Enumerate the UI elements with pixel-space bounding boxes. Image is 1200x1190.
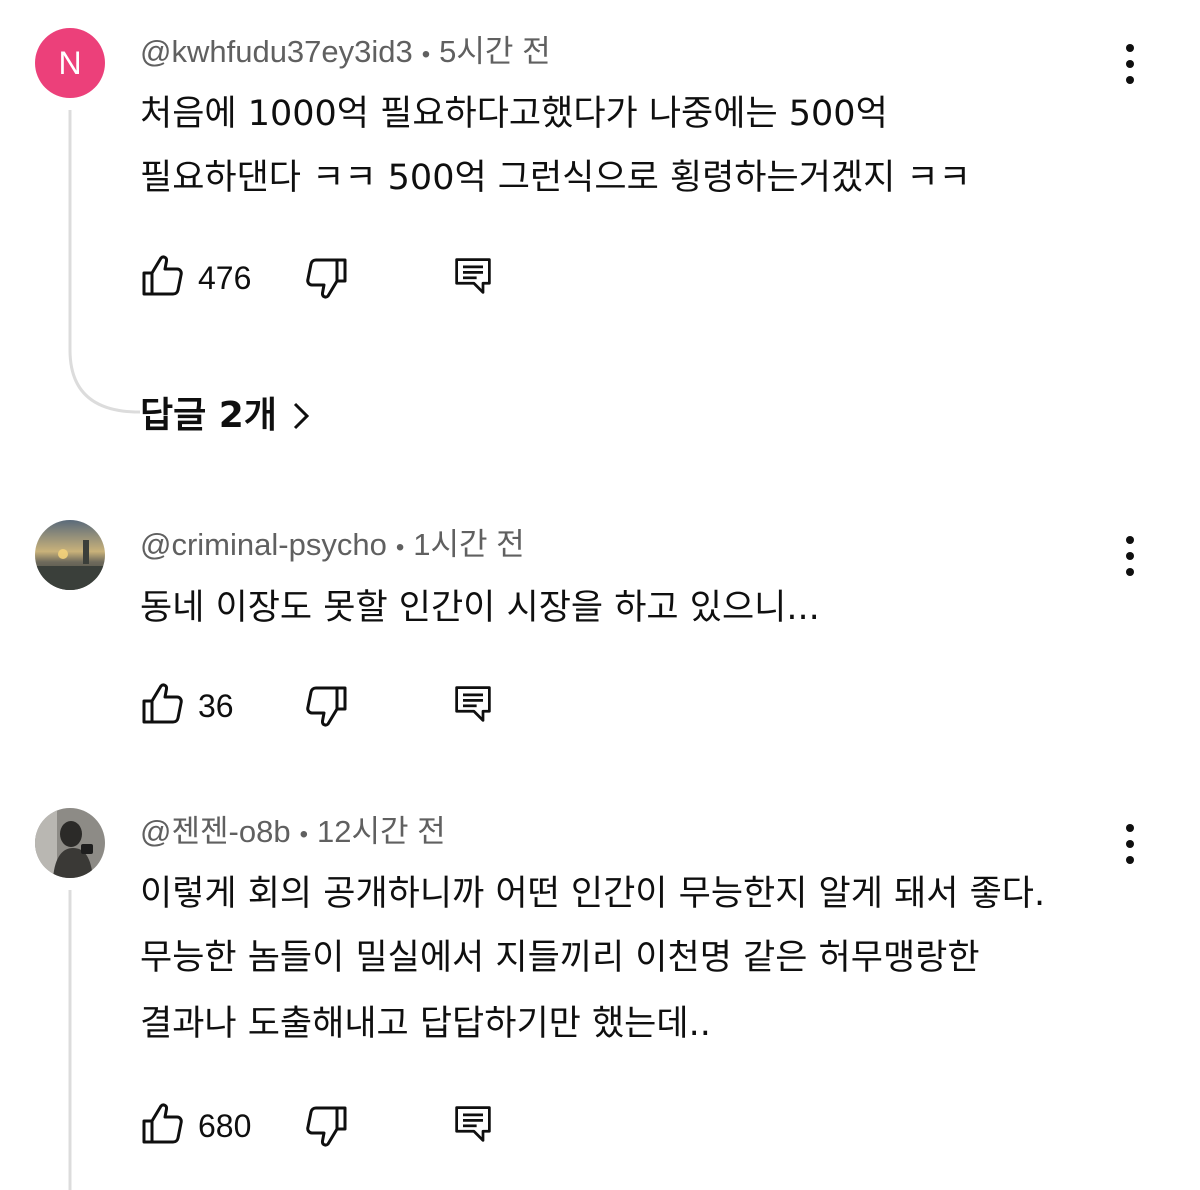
thumb-down-icon[interactable] — [305, 256, 349, 300]
comment-text-line: 결과나 도출해내고 답답하기만 했는데.. — [140, 1004, 711, 1044]
comment-time: 12시간 전 — [316, 814, 446, 849]
author-name[interactable]: @criminal-psycho — [140, 527, 387, 562]
comment-text-line: 무능한 놈들이 밀실에서 지들끼리 이천명 같은 허무맹랑한 — [140, 938, 980, 978]
comment-1: N @kwhfudu37ey3id3 • 5시간 전 처음에 1000억 필요하다고… — [0, 0, 1200, 470]
avatar-photo — [35, 520, 105, 590]
comment-time: 5시간 전 — [439, 34, 551, 69]
comment-meta: @kwhfudu37ey3id3 • 5시간 전 — [140, 32, 551, 75]
avatar-letter: N — [58, 44, 82, 81]
more-vert-icon[interactable] — [1110, 822, 1150, 866]
meta-separator: • — [299, 821, 308, 848]
comment-meta: @젠젠-o8b • 12시간 전 — [140, 812, 446, 855]
thumb-up-icon[interactable] — [140, 1102, 184, 1146]
comment-time: 1시간 전 — [413, 527, 525, 562]
thread-line — [68, 890, 72, 1190]
more-vert-icon[interactable] — [1110, 534, 1150, 578]
avatar[interactable] — [35, 808, 105, 878]
comment-text-line: 처음에 1000억 필요하다고했다가 나중에는 500억 — [140, 94, 888, 134]
thumb-up-icon[interactable] — [140, 682, 184, 726]
meta-separator: • — [395, 534, 405, 561]
author-name[interactable]: @kwhfudu37ey3id3 — [140, 34, 413, 69]
thumb-down-icon[interactable] — [305, 1104, 349, 1148]
comment-3: @젠젠-o8b • 12시간 전 이렇게 회의 공개하니까 어떤 인간이 무능한지 … — [0, 790, 1200, 1190]
comment-reply-icon[interactable] — [453, 682, 493, 726]
avatar[interactable]: N — [35, 28, 105, 98]
meta-separator: • — [421, 41, 431, 68]
author-name[interactable]: @젠젠-o8b — [140, 814, 291, 849]
comment-reply-icon[interactable] — [453, 1102, 493, 1146]
like-count: 36 — [198, 688, 234, 724]
comment-2: @criminal-psycho • 1시간 전 동네 이장도 못할 인간이 시장을… — [0, 470, 1200, 790]
like-count: 476 — [198, 260, 252, 296]
comment-text-line: 필요하댄다 ㅋㅋ 500억 그런식으로 횡령하는거겠지 ㅋㅋ — [140, 158, 971, 198]
comment-text-line: 동네 이장도 못할 인간이 시장을 하고 있으니... — [140, 588, 820, 628]
chevron-right-icon — [293, 402, 310, 430]
like-count: 680 — [198, 1108, 252, 1144]
replies-button[interactable]: 답글 2개 — [140, 394, 311, 438]
avatar-photo — [35, 808, 105, 878]
comment-text-line: 이렇게 회의 공개하니까 어떤 인간이 무능한지 알게 돼서 좋다. — [140, 874, 1046, 914]
comment-reply-icon[interactable] — [453, 254, 493, 298]
more-vert-icon[interactable] — [1110, 42, 1150, 86]
replies-label: 답글 2개 — [140, 395, 277, 436]
comment-meta: @criminal-psycho • 1시간 전 — [140, 525, 525, 568]
thumb-up-icon[interactable] — [140, 254, 184, 298]
thumb-down-icon[interactable] — [305, 684, 349, 728]
avatar[interactable] — [35, 520, 105, 590]
